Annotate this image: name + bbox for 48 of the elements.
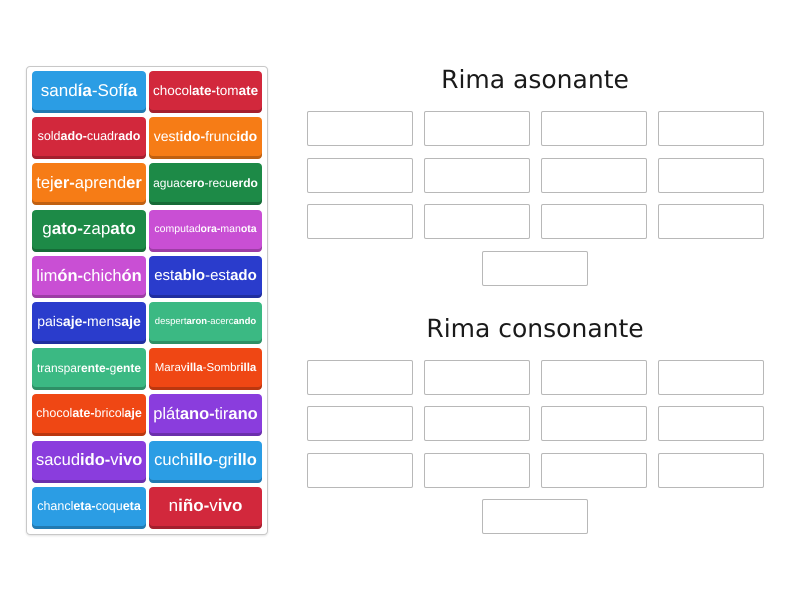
word-tile[interactable]: niño-vivo xyxy=(149,486,262,529)
drop-zone[interactable] xyxy=(424,360,530,394)
drop-zone[interactable] xyxy=(424,406,530,441)
word-tile[interactable]: establo-estado xyxy=(149,256,262,298)
word-tile[interactable]: soldado-cuadrado xyxy=(32,117,146,160)
drop-zone[interactable] xyxy=(306,406,412,441)
drop-zone[interactable] xyxy=(306,204,412,239)
drop-zone[interactable] xyxy=(424,111,530,146)
word-tile[interactable]: chancleta-coqueta xyxy=(32,486,146,529)
drop-zone[interactable] xyxy=(424,452,530,488)
group-title: Rima consonante xyxy=(425,312,645,344)
drop-zone[interactable] xyxy=(658,452,764,488)
word-tile[interactable]: despertaron-acercando xyxy=(149,302,262,344)
drop-zone[interactable] xyxy=(540,360,646,394)
word-tile[interactable]: paisaje-mensaje xyxy=(32,302,146,344)
word-tile[interactable]: transparente-gente xyxy=(32,348,146,390)
drop-zone[interactable] xyxy=(658,158,764,192)
drop-zone[interactable] xyxy=(424,158,530,192)
drop-zone[interactable] xyxy=(306,360,412,394)
word-tile[interactable]: vestido-fruncido xyxy=(149,117,262,160)
drop-zone[interactable] xyxy=(424,204,530,239)
drop-zone[interactable] xyxy=(658,406,764,441)
drop-zone[interactable] xyxy=(658,204,764,239)
word-tile[interactable]: cuchillo-grillo xyxy=(149,440,262,482)
word-tile[interactable]: limón-chichón xyxy=(32,256,146,298)
drop-zone[interactable] xyxy=(482,250,588,286)
drop-zone[interactable] xyxy=(540,406,646,441)
drop-zone[interactable] xyxy=(540,111,646,146)
word-tile[interactable]: chocolate-bricolaje xyxy=(32,394,146,436)
drop-zone[interactable] xyxy=(658,111,764,146)
word-tile[interactable]: sandía-Sofía xyxy=(32,71,146,113)
group-title: Rima asonante xyxy=(440,64,630,96)
word-tile[interactable]: plátano-tirano xyxy=(149,394,262,436)
drop-zone[interactable] xyxy=(658,360,764,394)
word-tile[interactable]: tejer-aprender xyxy=(32,163,146,206)
drop-zone[interactable] xyxy=(540,158,646,192)
drop-zone[interactable] xyxy=(306,158,412,192)
drop-zone[interactable] xyxy=(540,452,646,488)
word-tile[interactable]: gato-zapato xyxy=(32,210,146,252)
drop-zone[interactable] xyxy=(482,499,588,534)
word-tile[interactable]: chocolate-tomate xyxy=(149,71,262,113)
word-tile[interactable]: aguacero-recuerdo xyxy=(149,163,262,206)
word-tile[interactable]: computadora-manota xyxy=(149,210,262,252)
word-tile[interactable]: Maravilla-Sombrilla xyxy=(149,348,262,390)
drop-zone[interactable] xyxy=(306,452,412,488)
drop-zone[interactable] xyxy=(306,111,412,146)
word-tile[interactable]: sacudido-vivo xyxy=(32,440,146,482)
drop-zone[interactable] xyxy=(540,204,646,239)
